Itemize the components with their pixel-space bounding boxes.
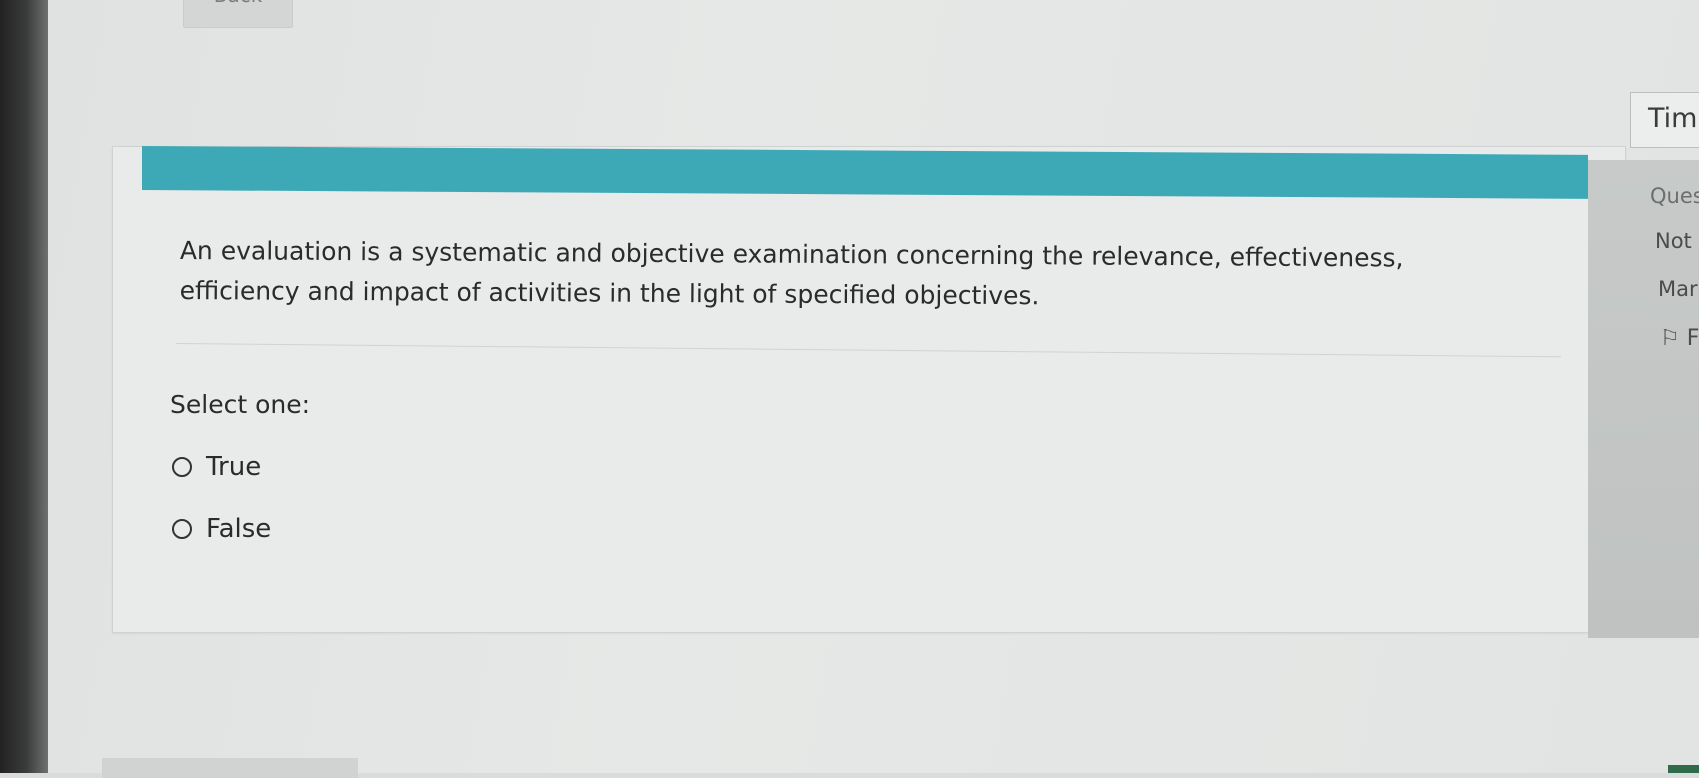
question-number-label: Ques	[1650, 184, 1699, 208]
option-true[interactable]: True	[172, 452, 261, 482]
radio-false[interactable]	[172, 519, 192, 539]
timer-box: Tim	[1630, 92, 1699, 148]
select-prompt: Select one:	[170, 390, 311, 419]
flag-question-label: F	[1686, 326, 1699, 351]
screen-bezel	[0, 0, 48, 773]
question-text: An evaluation is a systematic and object…	[179, 235, 1404, 311]
flag-icon: ⚐	[1660, 326, 1680, 351]
option-false[interactable]: False	[172, 514, 271, 544]
corner-indicator	[1668, 765, 1699, 773]
bottom-nav-tab[interactable]	[102, 758, 358, 778]
option-true-label: True	[206, 452, 262, 482]
question-card	[112, 146, 1626, 633]
radio-true[interactable]	[172, 457, 192, 477]
flag-question-link[interactable]: ⚐ F	[1660, 326, 1699, 351]
question-header-bar	[142, 146, 1588, 199]
option-false-label: False	[206, 514, 272, 544]
question-status-label: Not	[1655, 229, 1692, 253]
back-button[interactable]: Back	[183, 0, 293, 28]
question-marks-label: Mar	[1658, 277, 1698, 301]
